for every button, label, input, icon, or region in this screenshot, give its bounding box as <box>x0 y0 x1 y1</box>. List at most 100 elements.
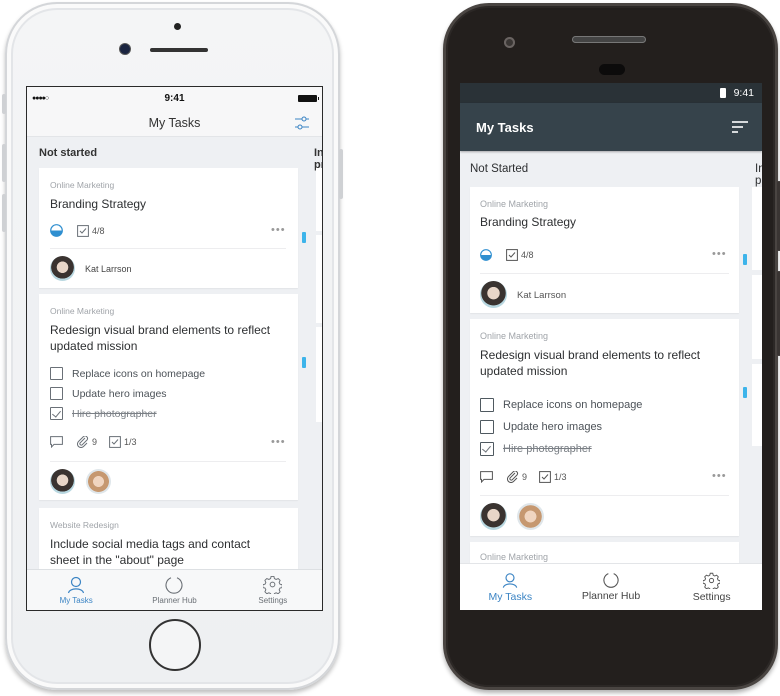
avatar <box>480 281 507 308</box>
next-column-card[interactable] <box>752 364 762 446</box>
checklist-item-label: Update hero images <box>503 421 603 433</box>
front-camera <box>120 44 130 54</box>
title-line: updated mission <box>480 364 568 378</box>
checkbox-checked[interactable] <box>50 407 63 420</box>
volume-down-button <box>2 194 6 232</box>
next-column-card[interactable] <box>316 168 322 231</box>
checklist-icon <box>77 224 89 237</box>
checklist-item[interactable]: Update hero images <box>480 420 602 434</box>
gear-icon <box>703 572 721 589</box>
checklist-item[interactable]: Hire photographer <box>480 442 592 456</box>
checklist-count: 1/3 <box>124 437 137 447</box>
sort-icon[interactable] <box>732 121 748 133</box>
tab-my-tasks[interactable]: My Tasks <box>27 570 125 610</box>
next-column-card[interactable] <box>316 327 322 422</box>
next-column-card[interactable] <box>316 235 322 323</box>
avatar <box>480 503 507 530</box>
title-line: Redesign visual brand elements to reflec… <box>480 348 701 362</box>
task-meta: 4/8 <box>480 249 546 261</box>
volume-up-button <box>2 144 6 182</box>
more-options-icon[interactable]: ••• <box>271 436 286 448</box>
more-options-icon[interactable]: ••• <box>712 470 727 482</box>
checkbox[interactable] <box>50 387 63 400</box>
assignee-name: Kat Larrson <box>85 264 132 274</box>
tab-planner-hub[interactable]: Planner Hub <box>125 570 223 610</box>
task-card[interactable]: Online Marketing Redesign visual brand e… <box>39 294 298 500</box>
avatar <box>50 256 75 281</box>
tab-settings[interactable]: Settings <box>661 564 762 610</box>
checklist-item[interactable]: Update hero images <box>50 387 167 400</box>
bucket-label: Online Marketing <box>480 199 549 209</box>
card-divider <box>480 273 729 274</box>
checklist-item-label: Update hero images <box>72 387 167 400</box>
checklist-count: 4/8 <box>521 250 534 260</box>
tab-my-tasks[interactable]: My Tasks <box>460 564 561 610</box>
bucket-label: Online Marketing <box>480 331 549 341</box>
card-marker <box>743 254 747 265</box>
bucket-label: Online Marketing <box>480 552 549 562</box>
half-circle-progress-icon <box>50 224 63 237</box>
more-options-icon[interactable]: ••• <box>712 248 727 260</box>
ios-tab-bar: My Tasks Planner Hub Settings <box>27 569 322 610</box>
task-title: Redesign visual brand elements to reflec… <box>480 347 738 379</box>
next-column-card[interactable] <box>752 275 762 359</box>
task-title: Include social media tags and contact sh… <box>50 536 295 568</box>
proximity-sensor <box>174 23 181 30</box>
checkbox-checked[interactable] <box>480 442 494 456</box>
attachment-icon <box>507 471 518 483</box>
task-title: Branding Strategy <box>50 197 147 211</box>
card-marker <box>302 232 306 243</box>
checklist-item-label: Replace icons on homepage <box>72 367 206 380</box>
card-divider <box>480 495 729 496</box>
checkbox[interactable] <box>480 420 494 434</box>
next-column-card[interactable] <box>752 187 762 270</box>
column-header-in-progress[interactable]: In progress <box>755 163 762 187</box>
task-card[interactable]: Online Marketing Redesign visual brand e… <box>470 319 739 536</box>
title-line: updated mission <box>50 339 138 353</box>
gear-icon <box>263 575 283 594</box>
bucket-label: Online Marketing <box>50 306 115 316</box>
more-options-icon[interactable]: ••• <box>271 224 286 236</box>
tab-settings[interactable]: Settings <box>224 570 322 610</box>
checklist-item-label: Hire photographer <box>503 443 592 455</box>
checkbox[interactable] <box>480 398 494 412</box>
checklist-icon <box>506 249 518 261</box>
ios-status-bar: ●●●●○ 9:41 <box>27 87 322 109</box>
column-title: Not started <box>39 147 98 159</box>
checklist-item[interactable]: Replace icons on homepage <box>50 367 205 380</box>
checklist-icon <box>539 471 551 483</box>
home-button[interactable] <box>149 619 201 671</box>
tab-label: Planner Hub <box>581 590 641 602</box>
earpiece-speaker <box>150 48 208 52</box>
checklist-item-label: Hire photographer <box>72 407 157 420</box>
checklist-count: 1/3 <box>554 472 567 482</box>
attachment-icon <box>77 436 88 448</box>
task-meta: 4/8 <box>50 224 117 237</box>
avatar <box>517 503 544 530</box>
task-meta: 9 1/3 <box>50 436 149 448</box>
card-marker <box>302 357 306 368</box>
front-camera <box>504 37 515 48</box>
card-marker <box>743 387 747 398</box>
avatar <box>50 469 75 494</box>
task-title: Branding Strategy <box>480 215 577 229</box>
checklist-count: 4/8 <box>92 225 105 236</box>
card-divider <box>50 248 286 249</box>
task-card[interactable]: Online Marketing Branding Strategy 4/8 •… <box>470 187 739 313</box>
checkbox[interactable] <box>50 367 63 380</box>
earpiece-speaker <box>572 36 646 43</box>
filter-sliders-icon[interactable] <box>294 115 310 131</box>
attachment-count: 9 <box>522 472 528 482</box>
circle-icon <box>165 576 184 594</box>
checklist-item[interactable]: Replace icons on homepage <box>480 398 642 412</box>
battery-icon <box>719 88 726 98</box>
page-title: My Tasks <box>476 119 534 135</box>
mute-switch <box>2 94 6 114</box>
ios-screen: ●●●●○ 9:41 My Tasks Not started In progr… <box>26 86 323 611</box>
column-header-not-started: Not Started In progress <box>460 151 762 187</box>
task-board: Not Started In progress Online Marketing… <box>460 151 762 602</box>
task-board: Not started In progress Online Marketing… <box>27 137 322 588</box>
checklist-item[interactable]: Hire photographer <box>50 407 157 420</box>
task-card[interactable]: Online Marketing Branding Strategy 4/8 •… <box>39 168 298 288</box>
tab-planner-hub[interactable]: Planner Hub <box>561 564 662 610</box>
